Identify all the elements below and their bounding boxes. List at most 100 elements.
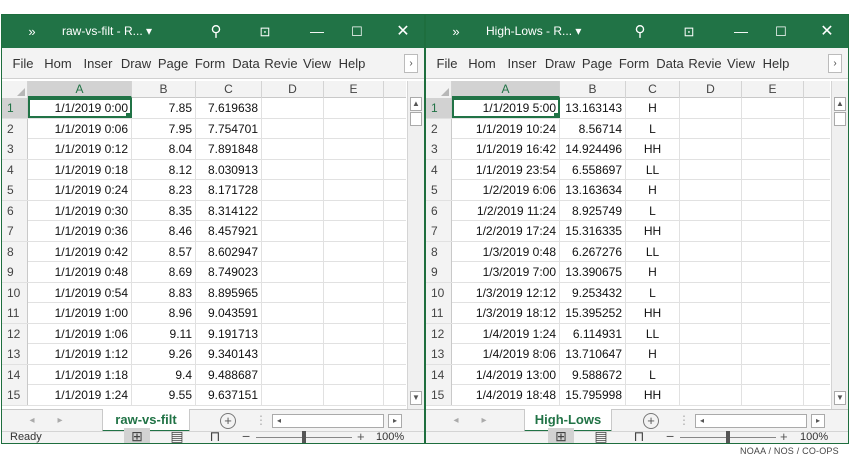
cell-a[interactable]: 1/3/2019 12:12: [452, 282, 560, 303]
cell-a[interactable]: 1/1/2019 0:24: [28, 180, 132, 200]
cell-a[interactable]: 1/1/2019 0:00: [28, 98, 132, 118]
cell-d[interactable]: [262, 118, 324, 139]
cell-b[interactable]: 8.23: [132, 180, 196, 200]
row-number[interactable]: 6: [426, 200, 452, 221]
row-number[interactable]: 15: [426, 385, 452, 405]
cell-d[interactable]: [262, 303, 324, 323]
cell-d[interactable]: [262, 364, 324, 385]
cell-d[interactable]: [680, 241, 742, 262]
row-number[interactable]: 3: [2, 139, 28, 159]
cell-b[interactable]: 9.4: [132, 364, 196, 385]
cell-e[interactable]: [742, 323, 804, 344]
cell-a[interactable]: 1/3/2019 18:12: [452, 303, 560, 323]
window-title[interactable]: High-Lows - R... ▾: [486, 15, 606, 48]
cell-b[interactable]: 8.69: [132, 262, 196, 282]
cell-f[interactable]: [384, 98, 406, 118]
ribbon-tab-8[interactable]: View: [300, 48, 334, 79]
cell-d[interactable]: [262, 139, 324, 159]
ribbon-tab-5[interactable]: Form: [192, 48, 228, 79]
cell-e[interactable]: [742, 241, 804, 262]
cell-b[interactable]: 9.11: [132, 323, 196, 344]
cell-c[interactable]: HH: [626, 303, 680, 323]
row-number[interactable]: 7: [426, 221, 452, 241]
zoom-in-icon[interactable]: +: [780, 428, 788, 443]
cell-f[interactable]: [384, 344, 406, 364]
ribbon-tab-8[interactable]: View: [724, 48, 758, 79]
cell-b[interactable]: 8.56714: [560, 118, 626, 139]
cell-b[interactable]: 15.395252: [560, 303, 626, 323]
cell-e[interactable]: [742, 139, 804, 159]
vertical-scrollbar[interactable]: ▲ ▼: [407, 81, 424, 409]
cell-b[interactable]: 6.267276: [560, 241, 626, 262]
cell-e[interactable]: [324, 364, 384, 385]
vertical-scrollbar[interactable]: ▲ ▼: [831, 81, 848, 409]
cell-b[interactable]: 14.924496: [560, 139, 626, 159]
ribbon-tab-1[interactable]: Hom: [38, 48, 78, 79]
scroll-left-arrow-icon[interactable]: ◂: [273, 415, 285, 427]
cell-c[interactable]: 9.637151: [196, 385, 262, 405]
cell-d[interactable]: [262, 282, 324, 303]
next-sheet-arrow-icon[interactable]: ▸: [476, 410, 492, 432]
cell-e[interactable]: [742, 200, 804, 221]
cell-f[interactable]: [384, 303, 406, 323]
row-number[interactable]: 13: [2, 344, 28, 364]
row-number[interactable]: 3: [426, 139, 452, 159]
cell-a[interactable]: 1/1/2019 0:42: [28, 241, 132, 262]
row-number[interactable]: 11: [426, 303, 452, 323]
cell-c[interactable]: 9.488687: [196, 364, 262, 385]
cell-c[interactable]: HH: [626, 139, 680, 159]
cell-c[interactable]: 8.749023: [196, 262, 262, 282]
vertical-scroll-thumb[interactable]: [834, 112, 846, 126]
cell-f[interactable]: [804, 324, 830, 344]
new-sheet-plus-icon[interactable]: +: [220, 413, 236, 429]
cell-b[interactable]: 13.390675: [560, 262, 626, 282]
cell-b[interactable]: 13.163634: [560, 180, 626, 200]
tab-split-handle-icon[interactable]: ⋮: [255, 413, 267, 427]
cell-e[interactable]: [324, 98, 384, 118]
cell-f[interactable]: [804, 283, 830, 303]
zoom-in-icon[interactable]: +: [357, 428, 365, 443]
cell-f[interactable]: [804, 221, 830, 241]
select-all-corner[interactable]: [426, 81, 452, 98]
column-header-a[interactable]: A: [28, 81, 132, 98]
row-number[interactable]: 1: [2, 98, 28, 118]
cell-b[interactable]: 8.925749: [560, 200, 626, 221]
ribbon-tab-6[interactable]: Data: [654, 48, 686, 79]
cell-d[interactable]: [262, 98, 324, 118]
cell-a[interactable]: 1/1/2019 0:12: [28, 139, 132, 159]
cell-b[interactable]: 13.163143: [560, 98, 626, 118]
cell-d[interactable]: [680, 303, 742, 323]
cell-c[interactable]: LL: [626, 323, 680, 344]
prev-sheet-arrow-icon[interactable]: ◂: [24, 410, 40, 432]
cell-f[interactable]: [804, 344, 830, 364]
ribbon-tab-4[interactable]: Page: [580, 48, 614, 79]
ribbon-tab-3[interactable]: Draw: [542, 48, 578, 79]
row-number[interactable]: 12: [426, 323, 452, 344]
scroll-right-arrow-icon[interactable]: ▸: [388, 414, 402, 428]
page-break-preview-icon[interactable]: ⊓: [626, 428, 652, 443]
cell-d[interactable]: [262, 262, 324, 282]
ribbon-tab-0[interactable]: File: [8, 48, 38, 79]
ribbon-tab-6[interactable]: Data: [230, 48, 262, 79]
cell-d[interactable]: [680, 364, 742, 385]
cell-e[interactable]: [324, 303, 384, 323]
new-sheet-plus-icon[interactable]: +: [643, 413, 659, 429]
cell-d[interactable]: [680, 98, 742, 118]
quick-access-chevron-icon[interactable]: »: [22, 15, 42, 48]
cell-d[interactable]: [262, 159, 324, 180]
column-header-f[interactable]: [804, 81, 830, 98]
cell-c[interactable]: H: [626, 262, 680, 282]
next-sheet-arrow-icon[interactable]: ▸: [52, 410, 68, 432]
cell-e[interactable]: [324, 282, 384, 303]
cell-c[interactable]: 7.619638: [196, 98, 262, 118]
cell-f[interactable]: [804, 262, 830, 282]
cell-a[interactable]: 1/1/2019 0:54: [28, 282, 132, 303]
cell-a[interactable]: 1/1/2019 1:18: [28, 364, 132, 385]
ribbon-tab-2[interactable]: Inser: [504, 48, 540, 79]
cell-e[interactable]: [324, 180, 384, 200]
cell-e[interactable]: [324, 139, 384, 159]
spreadsheet-grid[interactable]: A B C D E 1 1/1/2019 5:00 13.163143 H 2 1/1/2019 1…: [426, 81, 848, 409]
cell-d[interactable]: [680, 180, 742, 200]
row-number[interactable]: 13: [426, 344, 452, 364]
cell-e[interactable]: [742, 180, 804, 200]
